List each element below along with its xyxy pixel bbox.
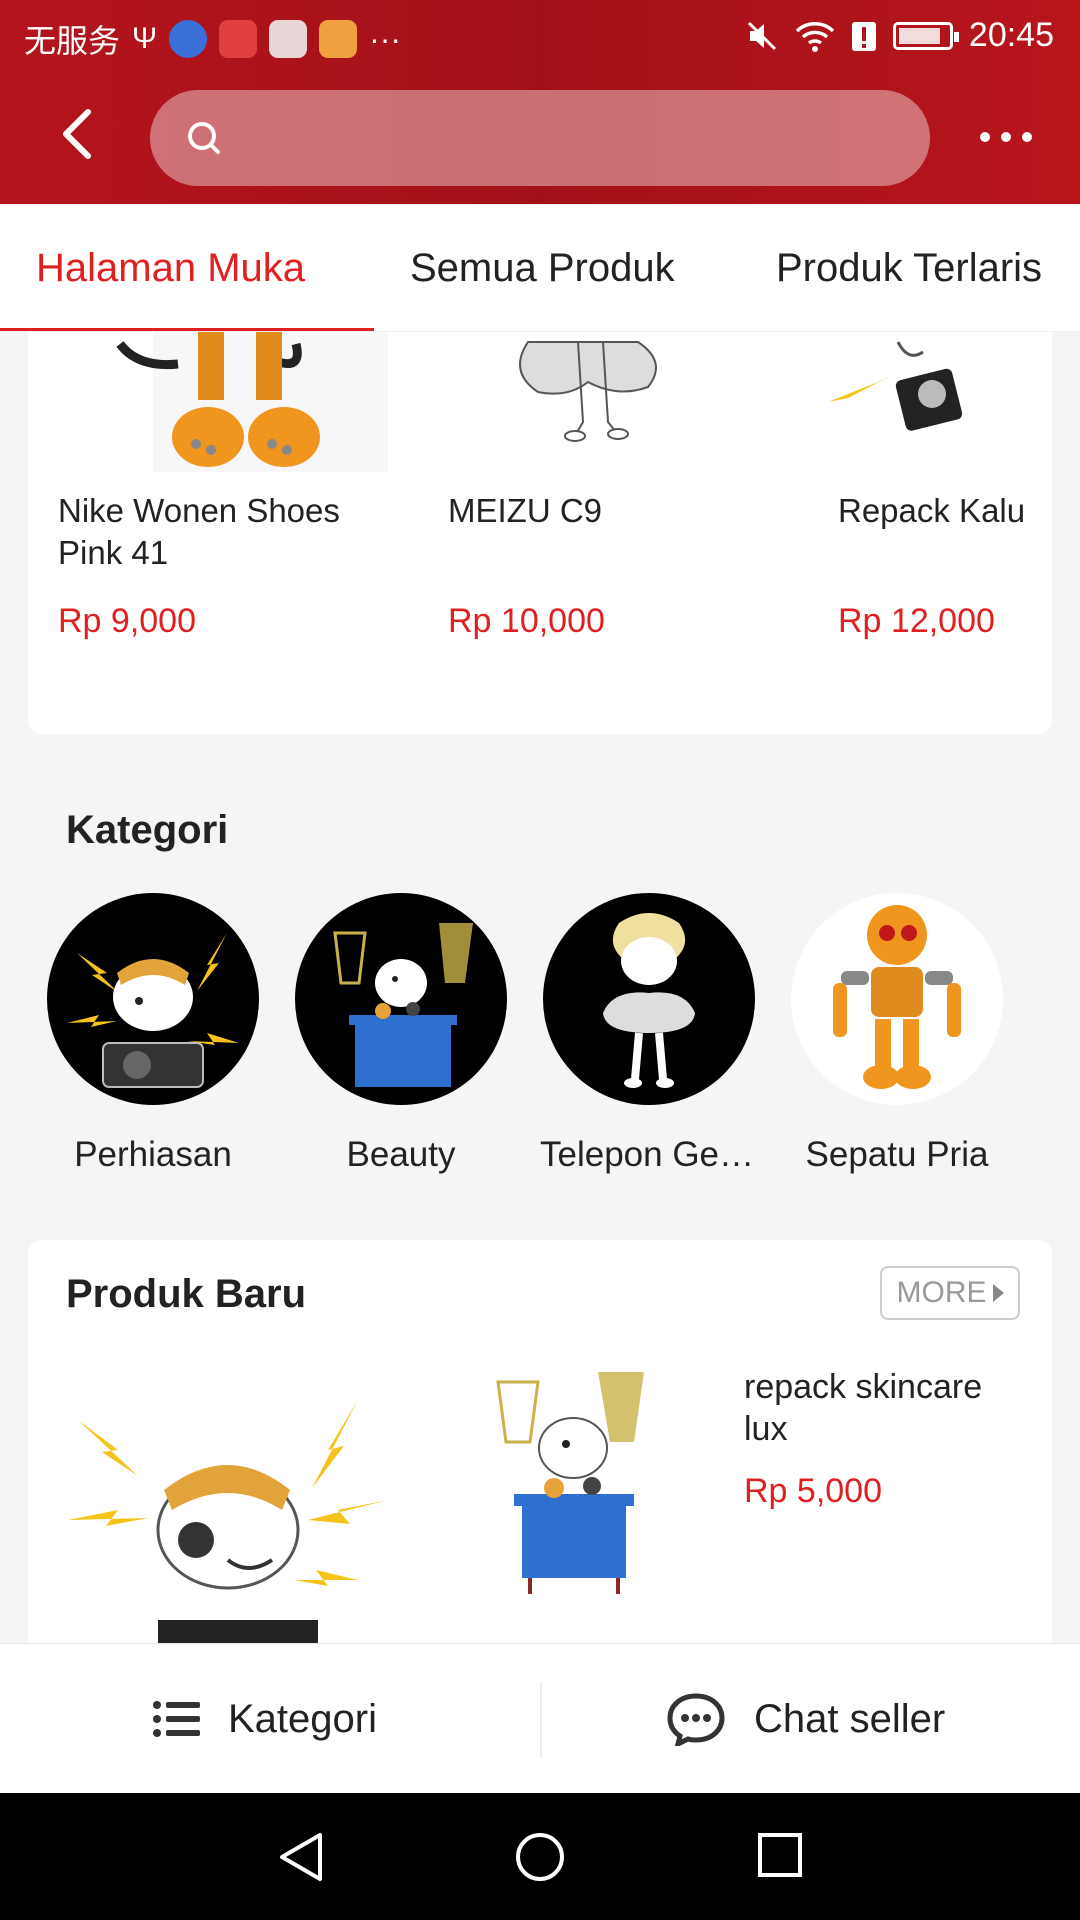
category-item-telepon[interactable]: Telepon Gen... bbox=[540, 893, 758, 1175]
usb-icon: Ψ bbox=[132, 22, 158, 55]
more-button-label: MORE bbox=[896, 1276, 987, 1309]
fm-notification-icon bbox=[269, 20, 308, 58]
nav-home-icon[interactable] bbox=[514, 1831, 566, 1883]
featured-products-card: Nike Wonen Shoes Pink 41 Rp 9,000 MEIZU … bbox=[28, 332, 1052, 734]
product-image bbox=[519, 341, 657, 442]
category-item-beauty[interactable]: Beauty bbox=[292, 893, 510, 1175]
divider bbox=[540, 1682, 542, 1758]
list-icon bbox=[153, 1701, 200, 1737]
alert-icon bbox=[851, 21, 876, 51]
store-tabs: Halaman Muka Semua Produk Produk Terlari… bbox=[0, 204, 1080, 332]
category-section-title: Kategori bbox=[66, 808, 229, 852]
category-image bbox=[295, 893, 507, 1105]
mail-notification-icon bbox=[319, 20, 358, 58]
category-label: Telepon Gen... bbox=[540, 1135, 758, 1174]
new-products-title: Produk Baru bbox=[66, 1272, 307, 1316]
product-price: Rp 9,000 bbox=[58, 602, 196, 640]
new-product-name: repack skincare lux bbox=[744, 1368, 983, 1448]
product-name: MEIZU C9 bbox=[448, 492, 603, 529]
new-product-image-large[interactable] bbox=[58, 1380, 398, 1660]
new-products-card: Produk Baru MORE repack skincare lux Rp … bbox=[28, 1240, 1052, 1660]
wifi-icon bbox=[795, 21, 835, 52]
category-item-perhiasan[interactable]: Perhiasan bbox=[44, 893, 262, 1175]
product-price: Rp 12,000 bbox=[838, 602, 995, 640]
status-bar: 无服务 Ψ ··· 20:45 bbox=[0, 0, 1080, 78]
nav-recents-icon[interactable] bbox=[756, 1831, 804, 1879]
search-icon bbox=[188, 122, 220, 154]
carrier-text: 无服务 bbox=[24, 23, 121, 59]
clock-time: 20:45 bbox=[968, 16, 1054, 54]
mute-icon bbox=[747, 21, 776, 50]
category-label: Sepatu Pria bbox=[805, 1135, 989, 1174]
chat-seller-button[interactable]: Chat seller bbox=[666, 1644, 945, 1794]
top-header: 无服务 Ψ ··· 20:45 bbox=[0, 0, 1080, 204]
category-image bbox=[47, 893, 259, 1105]
tab-halaman-muka[interactable]: Halaman Muka bbox=[36, 246, 305, 291]
category-label: Perhiasan bbox=[74, 1135, 232, 1174]
product-name: Repack Kalu bbox=[838, 492, 1026, 529]
shop-notification-icon bbox=[219, 20, 258, 58]
more-notifications-icon: ··· bbox=[369, 20, 402, 57]
search-bar[interactable] bbox=[150, 90, 930, 186]
chat-seller-label: Chat seller bbox=[754, 1696, 946, 1741]
tab-produk-terlaris[interactable]: Produk Terlaris bbox=[776, 246, 1042, 291]
bottom-action-bar: Kategori Chat seller bbox=[0, 1643, 1080, 1793]
product-price: Rp 10,000 bbox=[448, 602, 605, 640]
tab-semua-produk[interactable]: Semua Produk bbox=[410, 246, 675, 291]
category-label: Beauty bbox=[346, 1135, 456, 1174]
app-notification-icon bbox=[169, 20, 208, 58]
category-image bbox=[791, 893, 1003, 1105]
product-image bbox=[828, 341, 963, 431]
chat-bubble-icon bbox=[667, 1693, 725, 1746]
category-image bbox=[543, 893, 755, 1105]
more-button[interactable]: MORE bbox=[880, 1266, 1020, 1320]
product-name: Nike Wonen Shoes Pink 41 bbox=[58, 492, 340, 571]
battery-icon bbox=[892, 21, 959, 50]
chevron-right-icon bbox=[992, 1284, 1004, 1302]
back-arrow-icon[interactable] bbox=[50, 104, 110, 164]
category-button-label: Kategori bbox=[228, 1696, 377, 1741]
new-product-price: Rp 5,000 bbox=[744, 1472, 882, 1510]
product-image bbox=[116, 332, 388, 472]
system-nav-bar bbox=[0, 1793, 1080, 1920]
new-product-image[interactable] bbox=[478, 1352, 668, 1602]
nav-back-icon[interactable] bbox=[276, 1831, 326, 1883]
more-options-icon[interactable] bbox=[980, 132, 1032, 142]
category-button[interactable]: Kategori bbox=[152, 1644, 377, 1794]
category-item-sepatu-pria[interactable]: Sepatu Pria bbox=[788, 893, 1006, 1175]
